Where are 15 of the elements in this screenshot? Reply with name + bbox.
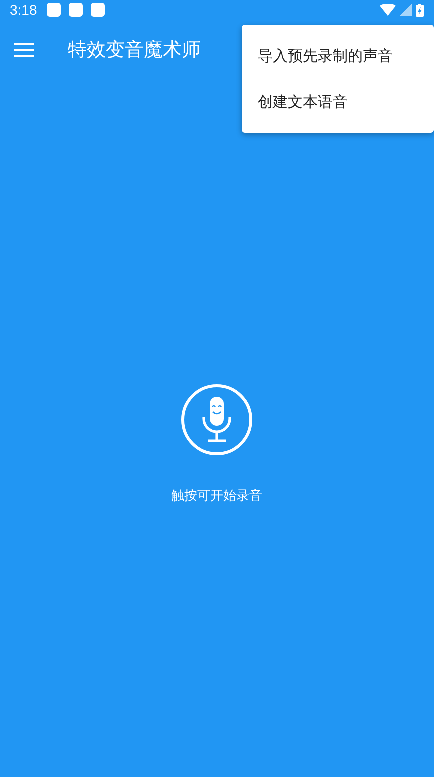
- menu-icon: [14, 43, 34, 57]
- signal-icon: [400, 4, 412, 16]
- notification-icon: [91, 3, 106, 17]
- menu-button[interactable]: [14, 43, 34, 57]
- notification-icon: [69, 3, 84, 17]
- menu-item[interactable]: 导入预先录制的声音: [242, 33, 434, 79]
- smiling-mic-icon: [202, 397, 232, 442]
- wifi-icon: [380, 4, 396, 16]
- battery-icon: [416, 4, 424, 16]
- record-hint: 触按可开始录音: [172, 488, 262, 505]
- status-time: 3:18: [10, 2, 38, 18]
- notification-icon: [47, 3, 62, 17]
- app-title: 特效变音魔术师: [68, 38, 201, 63]
- menu-item[interactable]: 创建文本语音: [242, 79, 434, 125]
- record-button[interactable]: [181, 384, 253, 456]
